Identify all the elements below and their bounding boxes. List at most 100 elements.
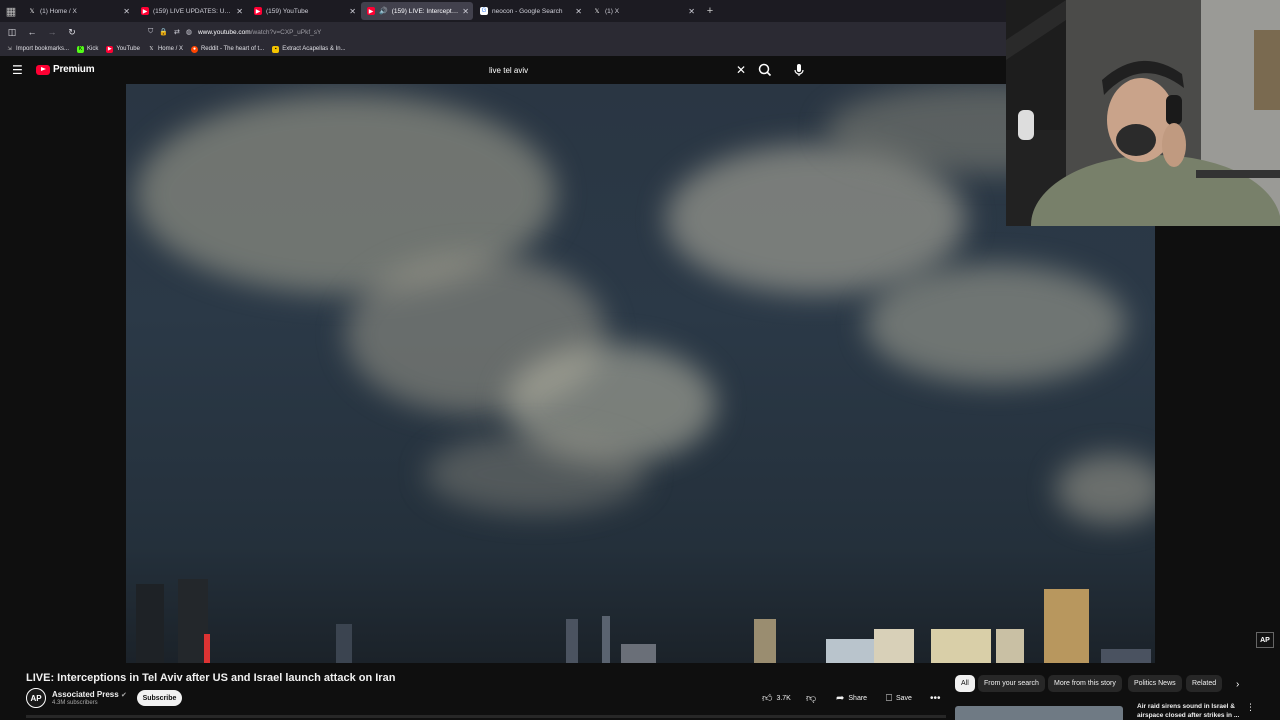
more-horizontal-icon: ••• — [930, 692, 941, 704]
permissions-icon[interactable]: ⇄ — [174, 28, 180, 36]
bookmark-kick[interactable]: K Kick — [77, 45, 99, 53]
browser-tab-live-interceptions[interactable]: ▶ 🔊 (159) LIVE: Interceptions in ✕ — [361, 2, 473, 20]
recommendation-title[interactable]: Air raid sirens sound in Israel & airspa… — [1137, 702, 1242, 720]
chip-more-from-this-story[interactable]: More from this story — [1048, 675, 1122, 692]
x-logo-icon: 𝕏 — [149, 46, 154, 52]
youtube-icon: ▶ — [106, 45, 114, 53]
bookmark-label: YouTube — [116, 46, 140, 52]
sidebar-toggle-icon[interactable]: ◫ — [4, 24, 20, 40]
close-tab-icon[interactable]: ✕ — [462, 7, 469, 16]
kick-icon: K — [77, 45, 85, 53]
new-tab-icon[interactable]: + — [700, 2, 720, 20]
streamer-webcam-image — [1006, 0, 1280, 226]
subscriber-count: 4.3M subscribers — [52, 700, 98, 706]
close-tab-icon[interactable]: ✕ — [688, 7, 695, 16]
verified-icon: ✔ — [120, 692, 127, 699]
shield-icon[interactable]: ⛉ — [148, 28, 153, 36]
more-vertical-icon[interactable]: ⋮ — [1246, 702, 1255, 713]
more-actions-button[interactable]: ••• — [930, 690, 941, 706]
x-logo-icon: 𝕏 — [594, 8, 600, 15]
bookmark-label: Extract Acapellas & In... — [282, 46, 346, 52]
share-label: Share — [848, 694, 868, 702]
forward-icon[interactable]: → — [44, 24, 60, 40]
bookmark-label: Home / X — [157, 46, 183, 52]
webcam-overlay — [1006, 0, 1280, 226]
tab-title: (1) Home / X — [40, 7, 77, 15]
like-count: 3.7K — [776, 694, 791, 702]
search-icon — [758, 63, 772, 77]
x-logo-icon: 𝕏 — [29, 8, 35, 15]
youtube-logo[interactable]: Premium — [36, 64, 95, 75]
browser-tab-x[interactable]: 𝕏 (1) X ✕ — [587, 2, 699, 20]
recommendation-thumbnail[interactable] — [955, 706, 1123, 720]
thumbs-up-icon: 👍︎ — [762, 693, 773, 704]
bookmark-label: Import bookmarks... — [16, 46, 70, 52]
tab-overview-icon[interactable]: ▦ — [0, 0, 22, 22]
tracking-icon[interactable]: ◍ — [186, 28, 192, 36]
close-tab-icon[interactable]: ✕ — [575, 7, 582, 16]
voice-search-button[interactable] — [790, 61, 808, 79]
import-icon: ⇲ — [7, 46, 12, 52]
bookmark-label: Reddit - The heart of t... — [200, 46, 265, 52]
bookmark-import[interactable]: ⇲ Import bookmarks... — [6, 46, 69, 53]
folder-icon: ▪ — [272, 45, 280, 53]
bookmark-home-x[interactable]: 𝕏 Home / X — [148, 46, 183, 53]
city-skyline — [136, 579, 1151, 663]
video-player[interactable] — [126, 84, 1155, 663]
chip-politics-news[interactable]: Politics News — [1128, 675, 1182, 692]
close-tab-icon[interactable]: ✕ — [349, 7, 356, 16]
browser-tab-youtube[interactable]: ▶ (159) YouTube ✕ — [248, 2, 360, 20]
reload-icon[interactable]: ↻ — [64, 24, 80, 40]
bookmark-acapellas[interactable]: ▪ Extract Acapellas & In... — [272, 45, 346, 53]
speaker-icon[interactable]: 🔊 — [379, 7, 388, 15]
browser-tab-home-x[interactable]: 𝕏 (1) Home / X ✕ — [22, 2, 134, 20]
chip-related[interactable]: Related — [1186, 675, 1223, 692]
browser-nav-bar: ◫ ← → ↻ ⛉ 🔒 ⇄ ◍ www.youtube.com/watch?v=… — [0, 22, 1006, 42]
share-button[interactable]: ➦ Share — [836, 690, 867, 706]
browser-tab-live-updates[interactable]: ▶ (159) LIVE UPDATES: US attacks ✕ — [135, 2, 247, 20]
dislike-button[interactable]: 👎︎ — [806, 690, 816, 706]
microphone-icon — [794, 64, 804, 76]
chevron-right-icon[interactable]: › — [1236, 679, 1239, 690]
like-button[interactable]: 👍︎ 3.7K — [762, 690, 791, 706]
tab-title: neocon - Google Search — [492, 7, 563, 15]
youtube-icon: ▶ — [367, 7, 375, 15]
youtube-icon: ▶ — [141, 7, 149, 15]
bookmark-reddit[interactable]: ● Reddit - The heart of t... — [190, 45, 265, 53]
tab-title: (159) YouTube — [266, 7, 309, 15]
subscribe-button[interactable]: Subscribe — [137, 690, 182, 706]
google-icon: G — [480, 7, 488, 15]
url-host: www.youtube.com — [197, 28, 251, 36]
ap-watermark: AP — [1256, 632, 1274, 648]
bookmark-youtube[interactable]: ▶ YouTube — [106, 45, 140, 53]
youtube-header: ☰ Premium ✕ — [0, 56, 1006, 84]
chip-all[interactable]: All — [955, 675, 975, 692]
search-box: ✕ — [480, 60, 755, 80]
hamburger-menu-icon[interactable]: ☰ — [12, 63, 26, 77]
clear-search-icon[interactable]: ✕ — [736, 63, 746, 77]
bookmark-label: Kick — [87, 46, 99, 52]
channel-avatar[interactable]: AP — [26, 688, 46, 708]
lock-icon[interactable]: 🔒 — [159, 28, 168, 36]
save-button[interactable]: ⎕ Save — [886, 690, 912, 706]
search-button[interactable] — [757, 60, 773, 80]
reddit-icon: ● — [190, 45, 198, 53]
back-icon[interactable]: ← — [24, 24, 40, 40]
close-tab-icon[interactable]: ✕ — [123, 7, 130, 16]
close-tab-icon[interactable]: ✕ — [236, 7, 243, 16]
video-title: LIVE: Interceptions in Tel Aviv after US… — [26, 672, 396, 684]
search-input[interactable] — [480, 65, 720, 75]
url-path: /watch?v=CXP_uPkf_sY — [250, 28, 322, 36]
tab-title: (1) X — [605, 7, 620, 15]
share-icon: ➦ — [836, 692, 845, 704]
address-bar[interactable]: ⛉ 🔒 ⇄ ◍ www.youtube.com/watch?v=CXP_uPkf… — [144, 24, 984, 40]
bookmarks-bar: ⇲ Import bookmarks... K Kick ▶ YouTube 𝕏… — [0, 42, 1006, 56]
youtube-play-icon — [36, 64, 50, 75]
channel-name-text: Associated Press — [52, 690, 119, 699]
chip-from-your-search[interactable]: From your search — [978, 675, 1045, 692]
tab-title: (159) LIVE UPDATES: US attacks — [153, 7, 232, 15]
browser-tab-google-search[interactable]: G neocon - Google Search ✕ — [474, 2, 586, 20]
channel-name[interactable]: Associated Press ✔ — [52, 690, 127, 699]
youtube-icon: ▶ — [254, 7, 262, 15]
thumbs-down-icon: 👎︎ — [806, 693, 817, 704]
